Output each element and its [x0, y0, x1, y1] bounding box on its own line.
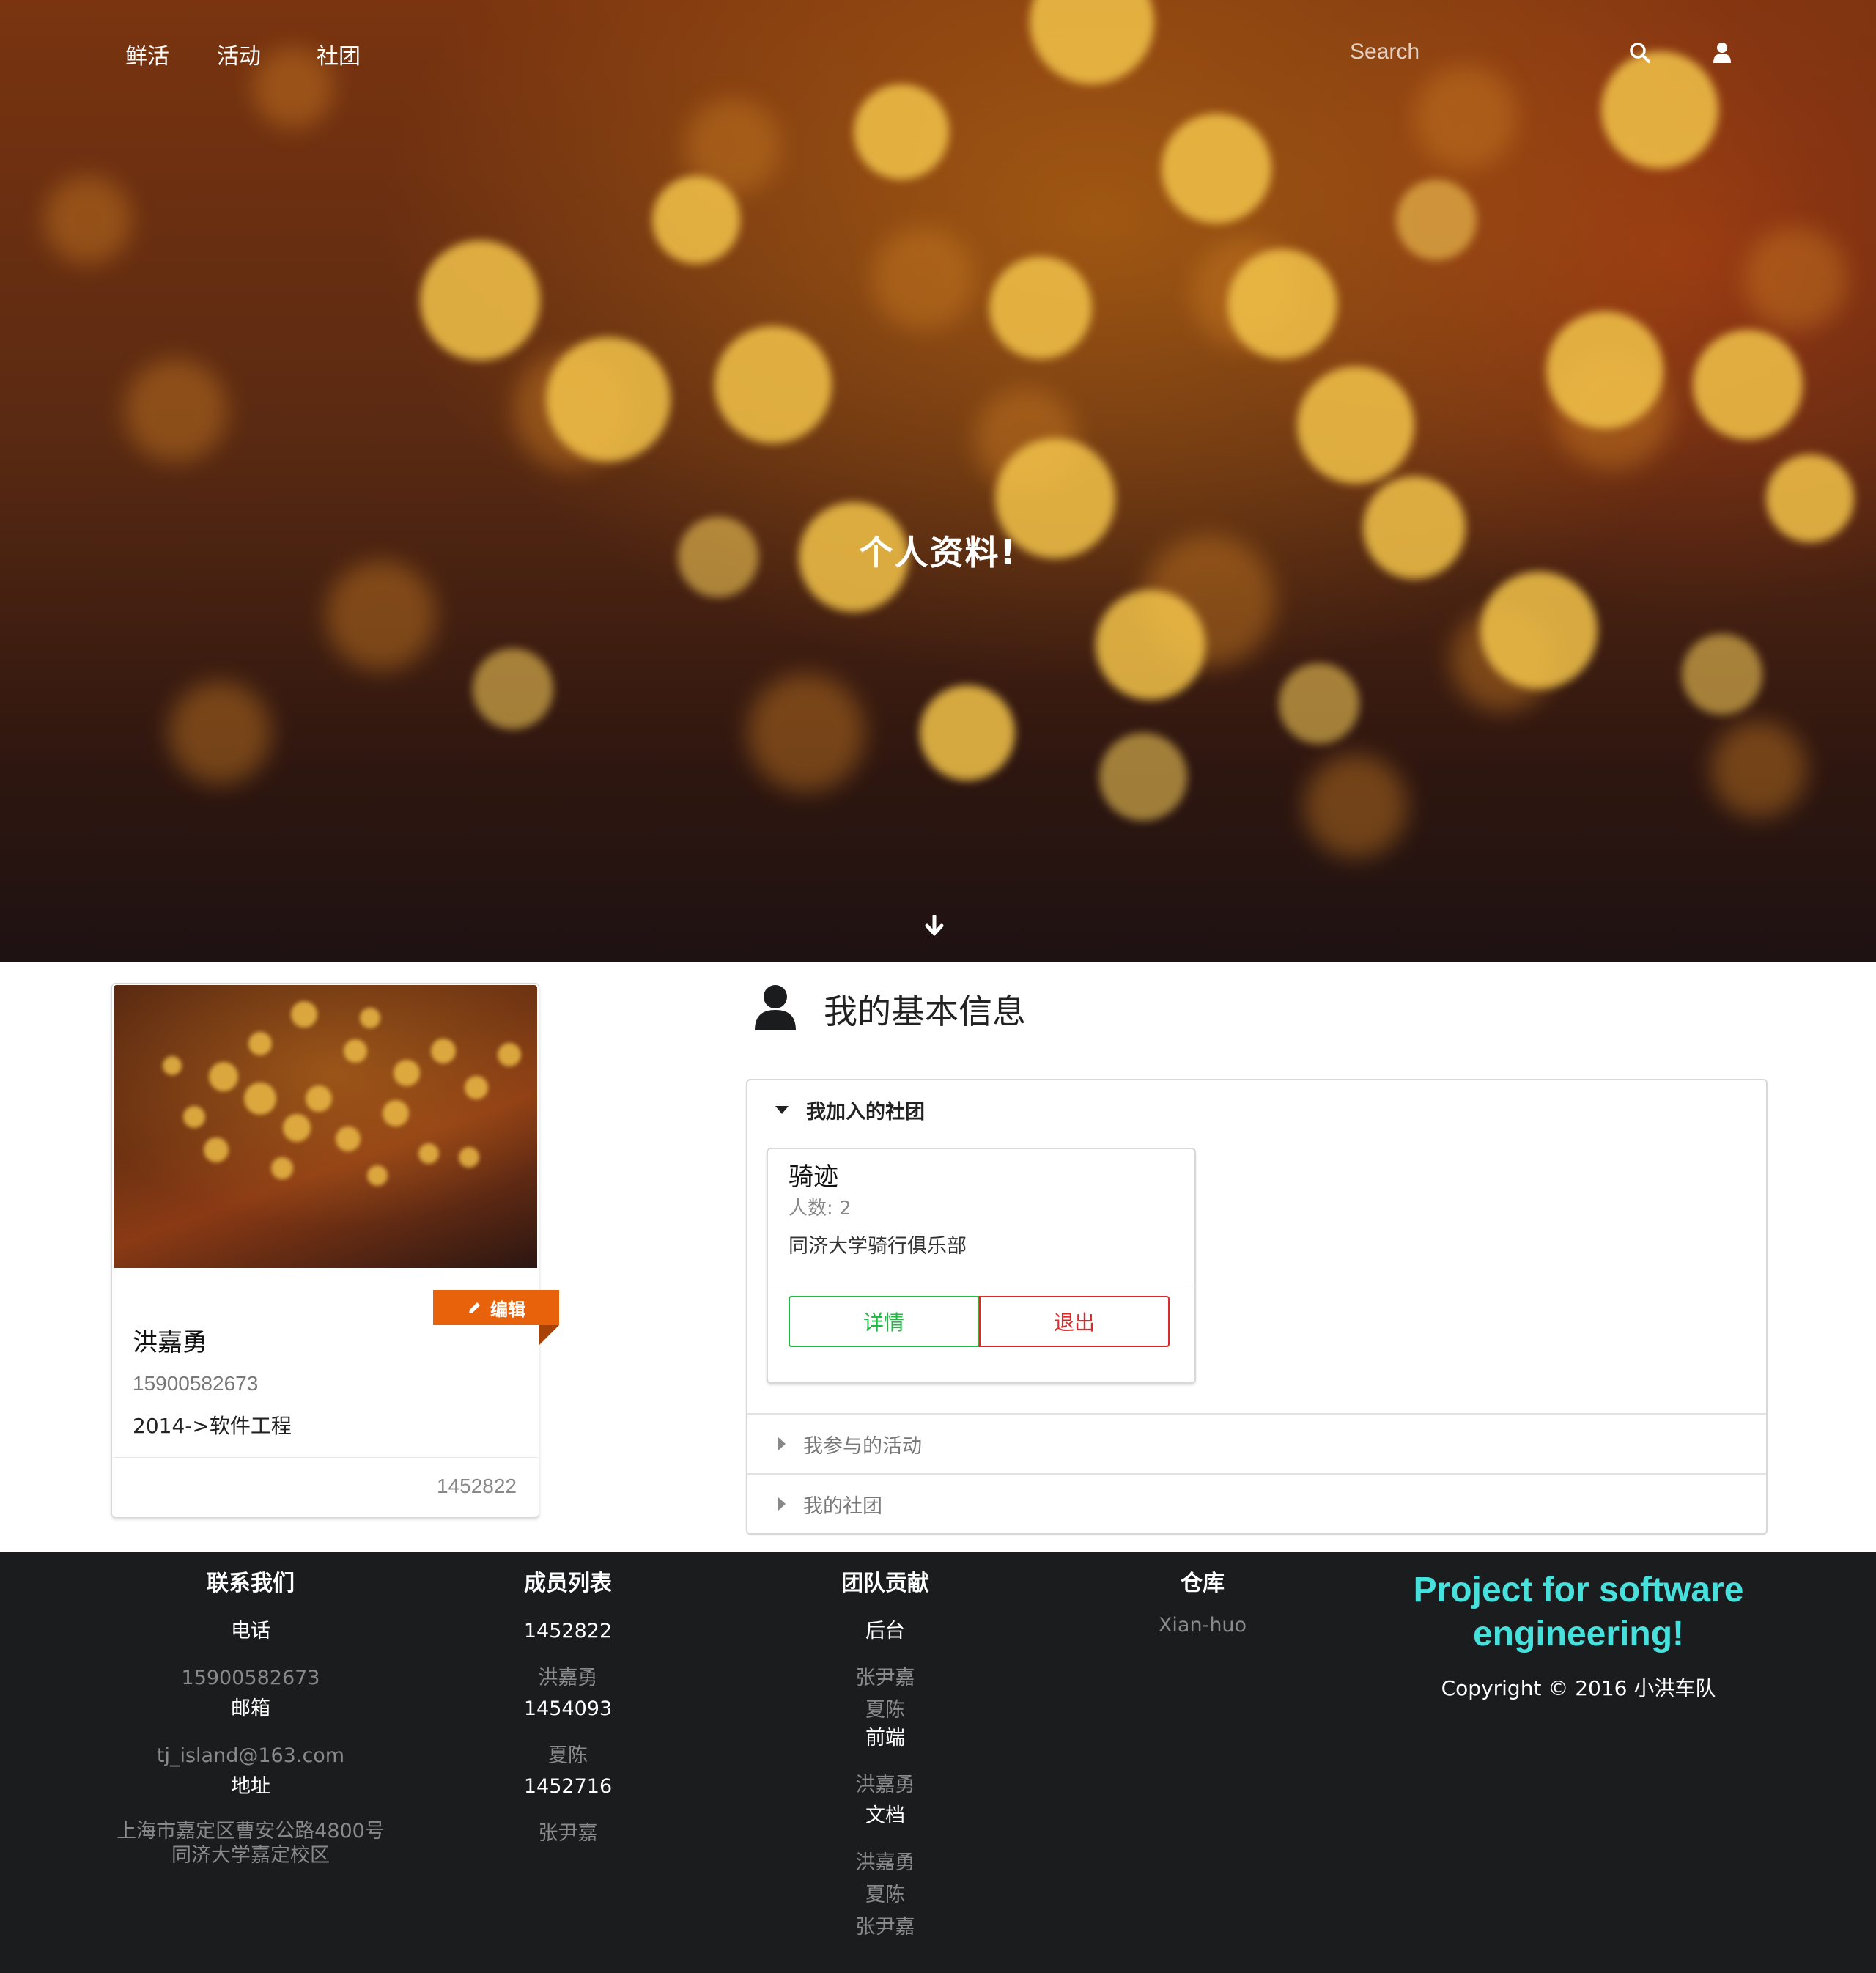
search-input[interactable]	[1348, 34, 1659, 70]
footer-project: Project for software engineering! Copyri…	[1373, 1568, 1784, 1702]
footer-members-title: 成员列表	[524, 1571, 612, 1596]
profile-cover-image	[114, 985, 537, 1268]
nav-link-clubs[interactable]: 社团	[317, 38, 361, 70]
contributor-name: 洪嘉勇	[855, 1774, 915, 1796]
contributor-name: 夏陈	[865, 1884, 905, 1906]
search-icon[interactable]	[1627, 40, 1653, 66]
user-icon[interactable]	[1709, 40, 1735, 66]
contact-phone: 15900582673	[181, 1667, 320, 1689]
top-nav: 鲜活 活动 社团	[0, 29, 1876, 73]
contributor-name: 洪嘉勇	[855, 1851, 915, 1874]
footer-contact: 联系我们 电话 15900582673 邮箱 tj_island@163.com…	[104, 1568, 397, 1867]
club-name: 骑迹	[789, 1162, 838, 1192]
user-icon	[755, 985, 796, 1030]
contact-address-line1: 上海市嘉定区曹安公路4800号	[117, 1820, 385, 1843]
contact-address-label: 地址	[231, 1775, 270, 1798]
accordion-label: 我加入的社团	[806, 1100, 925, 1124]
club-description: 同济大学骑行俱乐部	[789, 1235, 967, 1258]
member-id: 1452822	[523, 1620, 613, 1642]
footer-contact-title: 联系我们	[207, 1571, 295, 1596]
profile-student-id: 1452822	[436, 1475, 517, 1497]
profile-name: 洪嘉勇	[133, 1328, 207, 1357]
contact-email[interactable]: tj_island@163.com	[104, 1740, 397, 1772]
pencil-icon	[469, 1302, 480, 1313]
bokeh-background	[44, 0, 1854, 858]
contributor-name: 夏陈	[865, 1699, 905, 1722]
contribution-role: 后台	[865, 1620, 905, 1642]
footer-repo-title: 仓库	[1181, 1571, 1225, 1596]
footer: 联系我们 电话 15900582673 邮箱 tj_island@163.com…	[0, 1552, 1876, 1973]
edit-profile-label: 编辑	[490, 1299, 525, 1320]
copyright-text: Copyright © 2016 小洪车队	[1441, 1676, 1716, 1700]
footer-repo: 仓库 Xian-huo	[1056, 1568, 1349, 1642]
club-quit-button[interactable]: 退出	[979, 1296, 1170, 1347]
caret-right-icon	[778, 1497, 786, 1511]
ribbon-fold	[539, 1325, 559, 1346]
edit-profile-button[interactable]: 编辑	[433, 1290, 559, 1325]
profile-phone: 15900582673	[133, 1372, 259, 1395]
nav-link-fresh[interactable]: 鲜活	[125, 38, 169, 70]
basic-info-title: 我的基本信息	[824, 992, 1026, 1031]
contributor-name: 张尹嘉	[855, 1667, 915, 1689]
accordion-my-activities[interactable]: 我参与的活动	[747, 1413, 1766, 1473]
member-name: 张尹嘉	[538, 1822, 598, 1845]
contact-phone-label: 电话	[231, 1620, 270, 1642]
accordion-joined-clubs[interactable]: 我加入的社团	[747, 1080, 1766, 1139]
accordion-my-clubs[interactable]: 我的社团	[747, 1473, 1766, 1533]
contribution-role: 前端	[865, 1727, 905, 1749]
caret-down-icon	[775, 1105, 789, 1114]
profile-card: 编辑 洪嘉勇 15900582673 2014->软件工程 1452822	[111, 983, 559, 1518]
accordion-label: 我参与的活动	[803, 1434, 922, 1458]
contact-address-line2: 同济大学嘉定校区	[171, 1844, 330, 1867]
info-accordion: 我加入的社团 骑迹 人数: 2 同济大学骑行俱乐部 详情 退出 我参与的活动 我…	[746, 1079, 1768, 1535]
caret-right-icon	[778, 1437, 786, 1450]
card-divider	[114, 1457, 537, 1458]
footer-contribution: 团队贡献 后台 张尹嘉 夏陈 前端 洪嘉勇 文档 洪嘉勇 夏陈 张尹嘉	[739, 1568, 1032, 1944]
footer-contribution-title: 团队贡献	[841, 1571, 929, 1596]
hero-title: 个人资料!	[859, 533, 1017, 572]
contributor-name: 张尹嘉	[855, 1916, 915, 1939]
contribution-role: 文档	[865, 1804, 905, 1827]
hero-banner: 鲜活 活动 社团 个人资料!	[0, 0, 1876, 962]
profile-major: 2014->软件工程	[133, 1414, 292, 1438]
accordion-label: 我的社团	[803, 1494, 882, 1518]
member-name: 洪嘉勇	[538, 1667, 598, 1689]
member-id: 1454093	[523, 1697, 613, 1720]
club-detail-button[interactable]: 详情	[789, 1296, 979, 1347]
contact-email-label: 邮箱	[231, 1697, 270, 1720]
project-title: Project for software engineering!	[1413, 1571, 1744, 1653]
club-member-count: 人数: 2	[789, 1198, 852, 1220]
footer-members: 成员列表 1452822 洪嘉勇 1454093 夏陈 1452716 张尹嘉	[421, 1568, 714, 1850]
repo-link[interactable]: Xian-huo	[1056, 1609, 1349, 1642]
nav-link-activities[interactable]: 活动	[217, 38, 261, 70]
club-card: 骑迹 人数: 2 同济大学骑行俱乐部 详情 退出	[767, 1148, 1196, 1384]
member-name: 夏陈	[548, 1744, 588, 1767]
member-id: 1452716	[523, 1775, 613, 1798]
arrow-down-icon[interactable]	[925, 915, 944, 937]
